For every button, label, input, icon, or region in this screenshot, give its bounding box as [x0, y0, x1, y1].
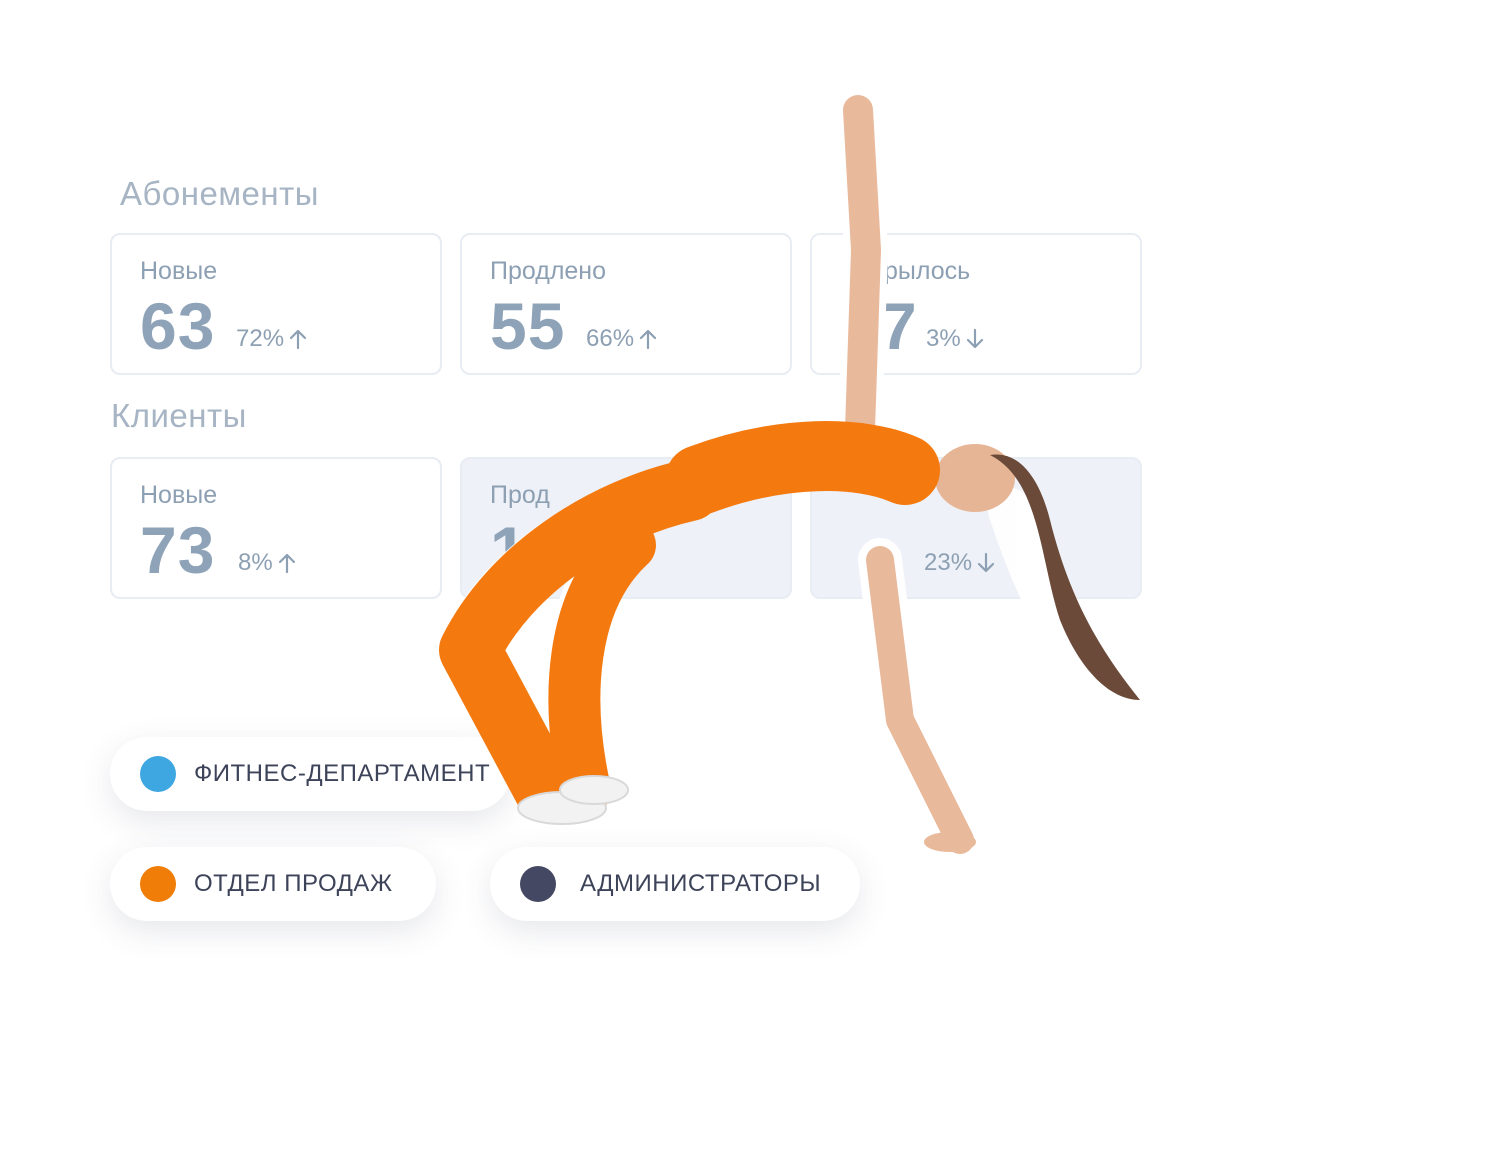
card-label: рылось — [884, 257, 971, 285]
arrow-up-icon — [289, 329, 307, 350]
card-label: Продлено — [490, 257, 607, 285]
card-value: 63 — [140, 289, 216, 363]
figure-hand — [924, 832, 976, 852]
color-dot — [520, 866, 556, 902]
card-delta: 8% — [238, 549, 297, 577]
card-clients-lost[interactable]: 23% — [810, 457, 1142, 599]
section-title-clients: Клиенты — [111, 397, 247, 434]
card-subscriptions-closed[interactable]: рылось 7 3% — [810, 233, 1142, 375]
delta-text: 23% — [924, 549, 973, 576]
department-label: ОТДЕЛ ПРОДАЖ — [194, 870, 393, 897]
card-delta: 72% — [236, 325, 308, 353]
arrow-down-icon — [966, 328, 983, 349]
card-clients-new[interactable]: Новые 73 8% — [110, 457, 442, 599]
delta-text: 3% — [926, 325, 961, 352]
section-title-subscriptions: Абонементы — [120, 175, 319, 212]
delta-text: 8% — [238, 549, 273, 576]
card-delta: 3% — [926, 325, 985, 353]
card-label: Прод — [490, 481, 550, 509]
color-dot — [140, 756, 176, 792]
arrow-up-icon — [278, 553, 295, 574]
card-subscriptions-new[interactable]: Новые 63 72% — [110, 233, 442, 375]
card-value: 73 — [140, 513, 216, 587]
card-label: Новые — [140, 257, 218, 285]
card-delta: 66% — [586, 325, 658, 353]
card-clients-renewed[interactable]: Прод 1 — [460, 457, 792, 599]
department-pill-fitness[interactable]: ФИТНЕС-ДЕПАРТАМЕНТ — [110, 737, 510, 811]
card-value: 1 — [490, 513, 528, 587]
color-dot — [140, 866, 176, 902]
department-pill-admins[interactable]: АДМИНИСТРАТОРЫ — [490, 847, 860, 921]
department-label: АДМИНИСТРАТОРЫ — [580, 870, 822, 897]
card-label: Новые — [140, 481, 218, 509]
delta-text: 66% — [586, 325, 635, 352]
department-label: ФИТНЕС-ДЕПАРТАМЕНТ — [194, 760, 491, 787]
card-delta: 23% — [924, 549, 996, 577]
department-pill-sales[interactable]: ОТДЕЛ ПРОДАЖ — [110, 847, 436, 921]
figure-shoes — [517, 775, 629, 825]
delta-text: 72% — [236, 325, 285, 352]
arrow-up-icon — [639, 329, 657, 350]
arrow-down-icon — [977, 552, 995, 573]
card-subscriptions-renewed[interactable]: Продлено 55 66% — [460, 233, 792, 375]
card-value: 55 — [490, 289, 566, 363]
card-value: 7 — [880, 289, 918, 363]
